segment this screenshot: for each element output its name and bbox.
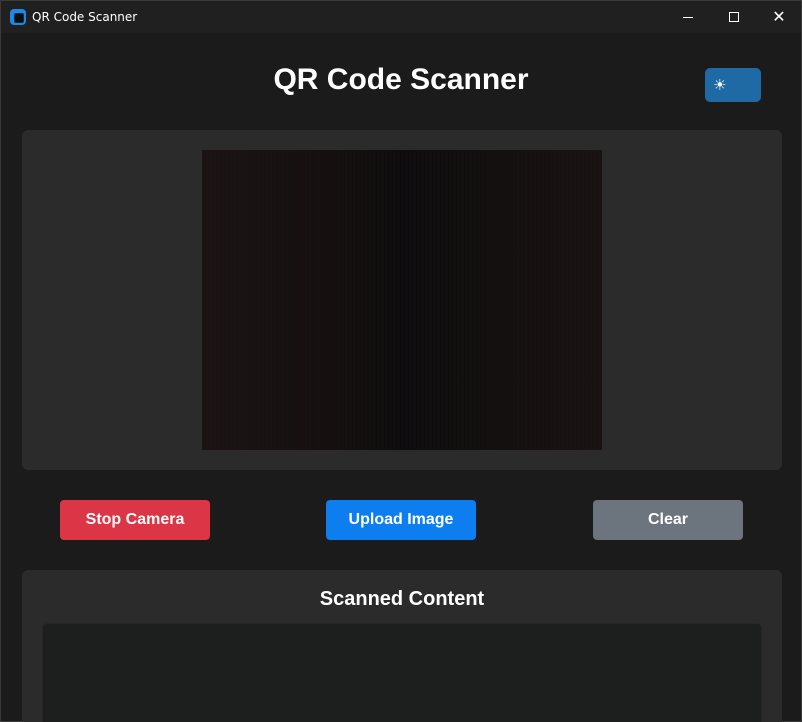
upload-image-button[interactable]: Upload Image [326, 500, 476, 540]
minimize-button[interactable] [665, 1, 711, 33]
clear-button[interactable]: Clear [593, 500, 743, 540]
theme-toggle-button[interactable]: ☀ [705, 68, 761, 102]
camera-feed [202, 150, 602, 450]
camera-panel [22, 130, 782, 470]
scanned-content-heading: Scanned Content [319, 588, 485, 610]
scanned-content-panel: Scanned Content [22, 570, 782, 722]
app-icon [10, 9, 26, 25]
page-title: QR Code Scanner [273, 63, 529, 96]
maximize-icon [729, 12, 739, 22]
close-icon: ✕ [772, 7, 786, 26]
stop-camera-button[interactable]: Stop Camera [60, 500, 210, 540]
close-button[interactable]: ✕ [756, 1, 802, 33]
maximize-button[interactable] [711, 1, 757, 33]
scanned-content-textbox[interactable] [42, 623, 762, 722]
title-bar[interactable]: QR Code Scanner ✕ [1, 1, 801, 33]
minimize-icon [683, 16, 693, 18]
app-window: QR Code Scanner ✕ QR Code Scanner ☀ Stop… [0, 0, 802, 722]
sun-icon: ☀ [713, 77, 727, 94]
window-title: QR Code Scanner [32, 10, 138, 24]
